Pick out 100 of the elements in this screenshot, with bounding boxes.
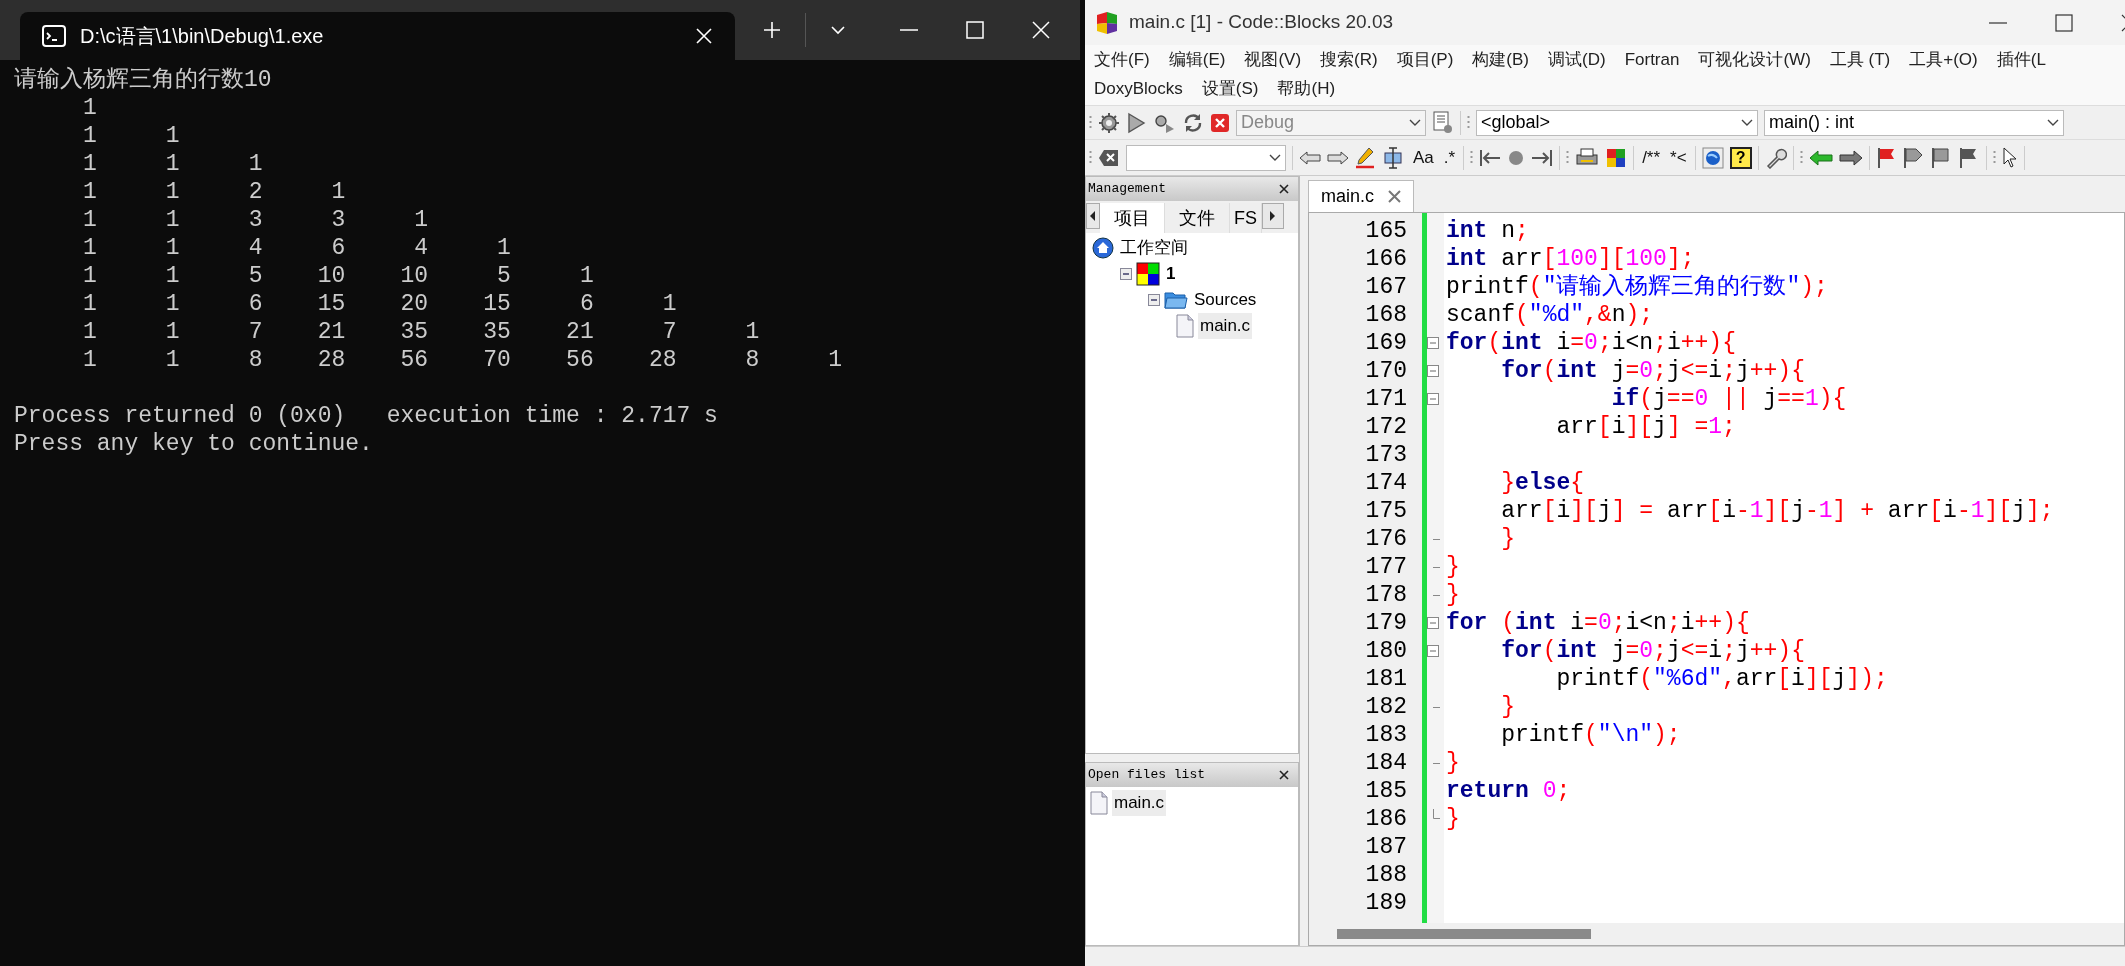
toolbar-button[interactable]: *<	[1668, 144, 1689, 171]
arrow-left-icon[interactable]	[1299, 150, 1321, 165]
menu-item[interactable]: 搜索(R)	[1319, 46, 1379, 73]
menu-item[interactable]: 工具+(O)	[1908, 46, 1979, 73]
fold-collapse-icon[interactable]	[1427, 393, 1439, 405]
stop-icon[interactable]	[1210, 112, 1230, 133]
menu-item[interactable]: 插件(L	[1995, 46, 2047, 73]
flag-icon[interactable]	[1875, 146, 1896, 169]
function-dropdown[interactable]: main() : int	[1764, 109, 2064, 136]
console-line: 请输入杨辉三角的行数10	[14, 66, 273, 94]
line-number: 173	[1365, 441, 1407, 469]
help-button[interactable]: ?	[1729, 146, 1752, 169]
console-line: Press any key to continue.	[14, 430, 374, 458]
line-number: 175	[1365, 497, 1407, 525]
tree-item[interactable]: 工作空间	[1118, 235, 1190, 261]
gear-icon[interactable]	[1098, 111, 1120, 134]
collapse-icon[interactable]	[1148, 294, 1160, 306]
code-editor[interactable]	[1308, 212, 2125, 946]
fold-collapse-icon[interactable]	[1427, 645, 1439, 657]
menu-item[interactable]: 工具 (T)	[1828, 46, 1892, 73]
scroll-right-icon[interactable]	[1262, 203, 1284, 229]
minimize-icon[interactable]	[1989, 21, 2007, 24]
line-number: 169	[1365, 329, 1407, 357]
wrench-icon[interactable]	[1764, 146, 1787, 169]
console-line: 1 1 4 6 4 1	[82, 234, 512, 262]
color-blocks-icon[interactable]	[1605, 146, 1628, 169]
panel-title: Open files list	[1088, 766, 1207, 785]
toolbar-button[interactable]: Aa	[1411, 144, 1436, 171]
menu-item[interactable]: 视图(V)	[1243, 46, 1303, 73]
close-icon[interactable]	[1278, 183, 1290, 195]
document-gear-icon[interactable]	[1432, 110, 1454, 135]
code-line: return 0;	[1446, 777, 1571, 805]
horizontal-scrollbar[interactable]	[1337, 929, 1591, 939]
select-box-icon[interactable]	[1381, 146, 1405, 169]
collapse-icon[interactable]	[1120, 268, 1132, 280]
line-number: 172	[1365, 413, 1407, 441]
menu-item[interactable]: 调试(D)	[1547, 46, 1607, 73]
fold-collapse-icon[interactable]	[1427, 365, 1439, 377]
caret-icon	[1409, 118, 1421, 127]
file-icon	[1090, 791, 1108, 815]
panel-tab[interactable]: 项目	[1100, 203, 1165, 233]
menu-item[interactable]: 项目(P)	[1395, 46, 1455, 73]
menu-item[interactable]: 可视化设计(W)	[1697, 46, 1812, 73]
file-icon	[1176, 314, 1194, 338]
circle-icon[interactable]	[1507, 148, 1526, 167]
scroll-left-icon[interactable]	[1086, 203, 1100, 229]
arrow-left-icon[interactable]	[1808, 149, 1833, 166]
tree-item[interactable]: 1	[1164, 261, 1178, 287]
line-number: 168	[1365, 301, 1407, 329]
play-icon[interactable]	[1126, 111, 1146, 134]
toolbar-button[interactable]: /**	[1640, 144, 1663, 171]
code-line: printf("%6d",arr[i][j]);	[1555, 665, 1888, 693]
editor-tab[interactable]: main.c	[1308, 180, 1414, 212]
tree-item[interactable]: Sources	[1192, 287, 1259, 313]
refresh-icon[interactable]	[1182, 111, 1204, 134]
app-logo-icon	[1095, 10, 1119, 35]
code-line: }	[1446, 581, 1460, 609]
arrow-right-icon[interactable]	[1838, 149, 1863, 166]
clear-icon[interactable]	[1098, 148, 1120, 167]
flag-icon[interactable]	[1901, 146, 1924, 169]
home-icon	[1092, 237, 1114, 259]
code-line: for(int j=0;j<=i;j++){	[1500, 357, 1805, 385]
menu-item[interactable]: Fortran	[1623, 46, 1681, 73]
step-back-icon[interactable]	[1479, 148, 1502, 167]
close-icon[interactable]	[1278, 769, 1290, 781]
line-number: 179	[1365, 609, 1407, 637]
menu-item[interactable]: 帮助(H)	[1276, 75, 1337, 102]
line-number: 184	[1365, 749, 1407, 777]
tree-item[interactable]: main.c	[1198, 313, 1253, 339]
line-number: 167	[1365, 273, 1407, 301]
fold-collapse-icon[interactable]	[1427, 617, 1439, 629]
terminal-icon	[42, 25, 66, 47]
step-forward-icon[interactable]	[1531, 148, 1554, 167]
scope-dropdown[interactable]: <global>	[1476, 109, 1758, 136]
line-number: 177	[1365, 553, 1407, 581]
code-line: }	[1446, 553, 1460, 581]
menu-item[interactable]: 编辑(E)	[1167, 46, 1227, 73]
line-number: 174	[1365, 469, 1407, 497]
code-line: for(int j=0;j<=i;j++){	[1500, 637, 1805, 665]
pencil-icon[interactable]	[1355, 146, 1375, 169]
fold-collapse-icon[interactable]	[1427, 337, 1439, 349]
cursor-icon[interactable]	[2001, 146, 2018, 169]
toolbar-button[interactable]: .*	[1441, 144, 1458, 171]
menu-item[interactable]: 构建(B)	[1471, 46, 1530, 73]
line-number: 186	[1365, 805, 1407, 833]
plus-icon[interactable]	[763, 21, 781, 39]
console-line: 1 1 1	[82, 150, 264, 178]
globe-icon[interactable]	[1701, 146, 1724, 169]
code-line: printf("请输入杨辉三角的行数");	[1446, 273, 1828, 301]
menu-item[interactable]: 文件(F)	[1093, 46, 1151, 73]
line-number: 181	[1365, 665, 1407, 693]
console-line: 1 1 3 3 1	[82, 206, 430, 234]
flag-icon[interactable]	[1929, 146, 1952, 169]
maximize-icon[interactable]	[2055, 13, 2073, 32]
chevron-down-icon[interactable]	[830, 25, 846, 35]
menu-item[interactable]: DoxyBlocks	[1093, 75, 1184, 102]
arrow-right-icon[interactable]	[1327, 150, 1349, 165]
menu-item[interactable]: 设置(S)	[1200, 75, 1260, 102]
console-tab[interactable]: D:\c语言\1\bin\Debug\1.exe	[20, 12, 735, 60]
file-list-item[interactable]: main.c	[1112, 790, 1167, 816]
